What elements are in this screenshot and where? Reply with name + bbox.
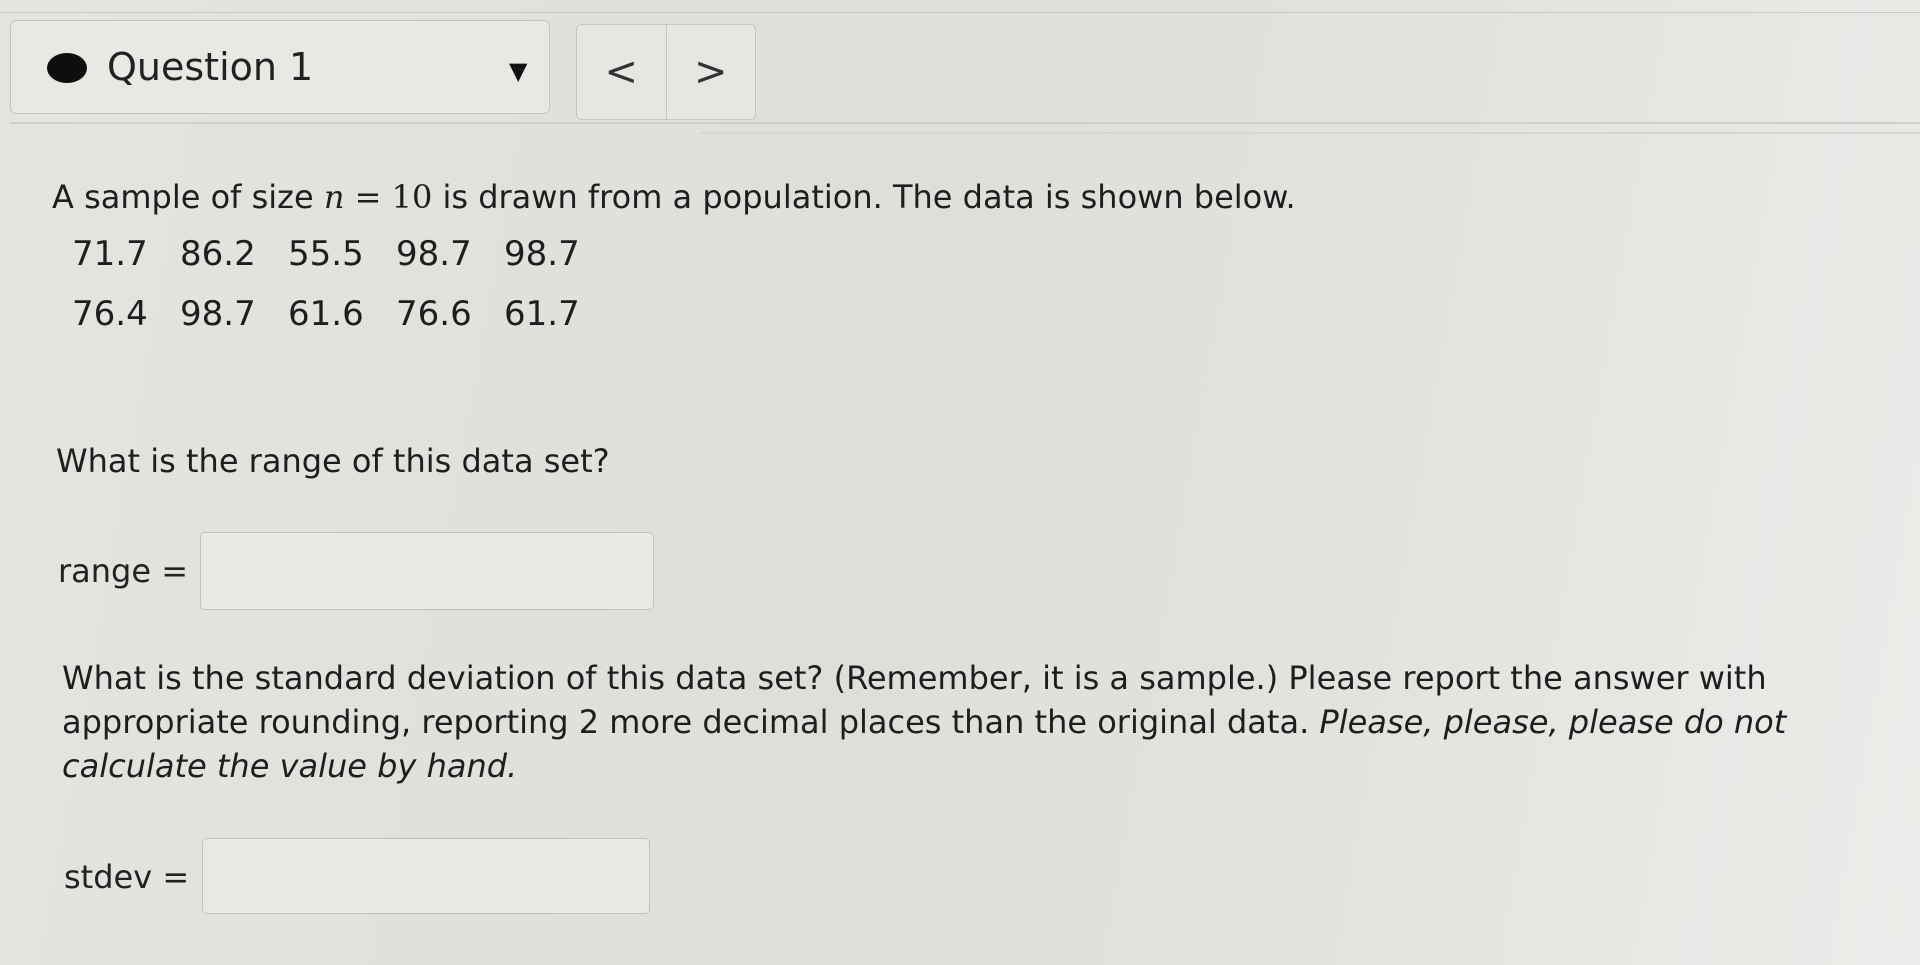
header-divider-shadow (700, 132, 1920, 134)
question-nav-buttons: < > (576, 24, 756, 120)
caret-down-icon[interactable]: ▼ (509, 57, 527, 85)
data-value: 55.5 (288, 234, 364, 274)
n-variable: n (323, 178, 345, 216)
stdev-input[interactable] (202, 838, 650, 914)
header-divider (10, 122, 1920, 124)
data-value: 76.4 (72, 294, 148, 334)
top-border (0, 12, 1920, 13)
question-status-icon (47, 53, 87, 83)
stdev-prompt: What is the standard deviation of this d… (62, 656, 1902, 788)
data-value: 61.6 (288, 294, 364, 334)
problem-intro: A sample of size n = 10 is drawn from a … (52, 178, 1296, 216)
data-value: 98.7 (180, 294, 256, 334)
data-value: 71.7 (72, 234, 148, 274)
stdev-label: stdev = (64, 858, 190, 896)
previous-question-button[interactable]: < (577, 25, 666, 119)
intro-text-start: A sample of size (52, 178, 314, 216)
range-label: range = (58, 552, 189, 590)
n-value: 10 (391, 178, 433, 216)
data-row-2: 76.4 98.7 61.6 76.6 61.7 (72, 294, 612, 334)
data-value: 61.7 (504, 294, 580, 334)
next-question-button[interactable]: > (665, 25, 756, 119)
question-selector[interactable]: Question 1 ▼ (10, 20, 550, 114)
data-value: 86.2 (180, 234, 256, 274)
data-value: 76.6 (396, 294, 472, 334)
data-row-1: 71.7 86.2 55.5 98.7 98.7 (72, 234, 612, 274)
range-prompt: What is the range of this data set? (56, 442, 610, 480)
question-title: Question 1 (107, 45, 314, 89)
intro-text-end: is drawn from a population. The data is … (442, 178, 1296, 216)
data-value: 98.7 (504, 234, 580, 274)
range-input[interactable] (200, 532, 654, 610)
equals-sign: = (354, 178, 382, 216)
data-value: 98.7 (396, 234, 472, 274)
